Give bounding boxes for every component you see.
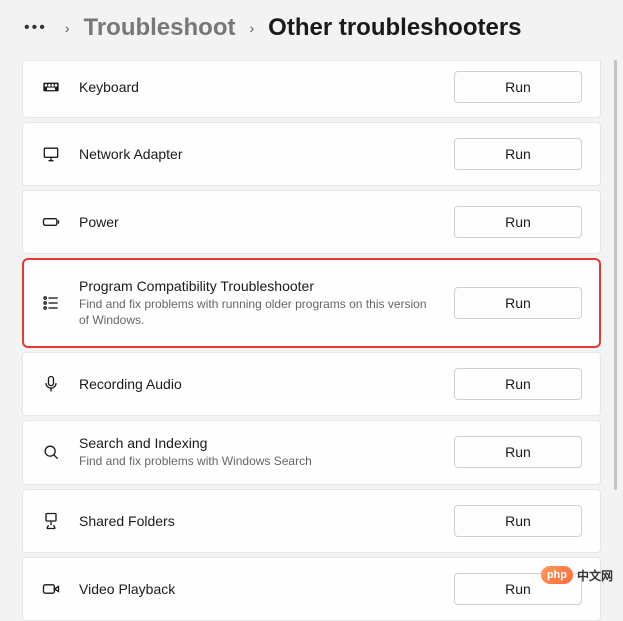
card-description: Find and fix problems with Windows Searc… (79, 453, 436, 469)
card-body: Keyboard (79, 79, 436, 95)
card-description: Find and fix problems with running older… (79, 296, 436, 328)
troubleshooter-card-recording-audio[interactable]: Recording Audio Run (22, 352, 601, 416)
card-title: Power (79, 214, 436, 230)
video-icon (41, 579, 61, 599)
run-button[interactable]: Run (454, 505, 582, 537)
troubleshooter-card-shared-folders[interactable]: Shared Folders Run (22, 489, 601, 553)
card-title: Video Playback (79, 581, 436, 597)
card-body: Recording Audio (79, 376, 436, 392)
card-title: Program Compatibility Troubleshooter (79, 278, 436, 294)
troubleshooter-card-search-indexing[interactable]: Search and Indexing Find and fix problem… (22, 420, 601, 484)
network-adapter-icon (41, 144, 61, 164)
scrollbar[interactable] (614, 60, 617, 490)
run-button[interactable]: Run (454, 71, 582, 103)
run-button[interactable]: Run (454, 436, 582, 468)
card-body: Program Compatibility Troubleshooter Fin… (79, 278, 436, 328)
troubleshooter-card-network[interactable]: Network Adapter Run (22, 122, 601, 186)
card-body: Video Playback (79, 581, 436, 597)
run-button[interactable]: Run (454, 138, 582, 170)
card-title: Keyboard (79, 79, 436, 95)
shared-folders-icon (41, 511, 61, 531)
card-body: Network Adapter (79, 146, 436, 162)
card-body: Shared Folders (79, 513, 436, 529)
run-button[interactable]: Run (454, 206, 582, 238)
chevron-right-icon: › (65, 20, 70, 36)
troubleshooter-card-keyboard[interactable]: Keyboard Run (22, 60, 601, 118)
card-title: Network Adapter (79, 146, 436, 162)
breadcrumb-current: Other troubleshooters (268, 14, 521, 42)
breadcrumb-prev[interactable]: Troubleshoot (83, 14, 235, 42)
search-icon (41, 442, 61, 462)
microphone-icon (41, 374, 61, 394)
card-title: Recording Audio (79, 376, 436, 392)
program-compat-icon (41, 293, 61, 313)
run-button[interactable]: Run (454, 287, 582, 319)
breadcrumb: ••• › Troubleshoot › Other troubleshoote… (0, 0, 623, 60)
watermark-badge: php (541, 566, 573, 584)
breadcrumb-more-icon[interactable]: ••• (24, 19, 51, 37)
troubleshooter-card-video-playback[interactable]: Video Playback Run (22, 557, 601, 621)
watermark: php 中文网 (541, 566, 613, 584)
chevron-right-icon: › (249, 20, 254, 36)
troubleshooter-card-program-compat[interactable]: Program Compatibility Troubleshooter Fin… (22, 258, 601, 348)
card-title: Search and Indexing (79, 435, 436, 451)
power-icon (41, 212, 61, 232)
troubleshooter-list: Keyboard Run Network Adapter Run Power R… (0, 60, 623, 621)
card-body: Power (79, 214, 436, 230)
watermark-text: 中文网 (577, 567, 613, 584)
keyboard-icon (41, 77, 61, 97)
card-body: Search and Indexing Find and fix problem… (79, 435, 436, 469)
card-title: Shared Folders (79, 513, 436, 529)
run-button[interactable]: Run (454, 368, 582, 400)
troubleshooter-card-power[interactable]: Power Run (22, 190, 601, 254)
